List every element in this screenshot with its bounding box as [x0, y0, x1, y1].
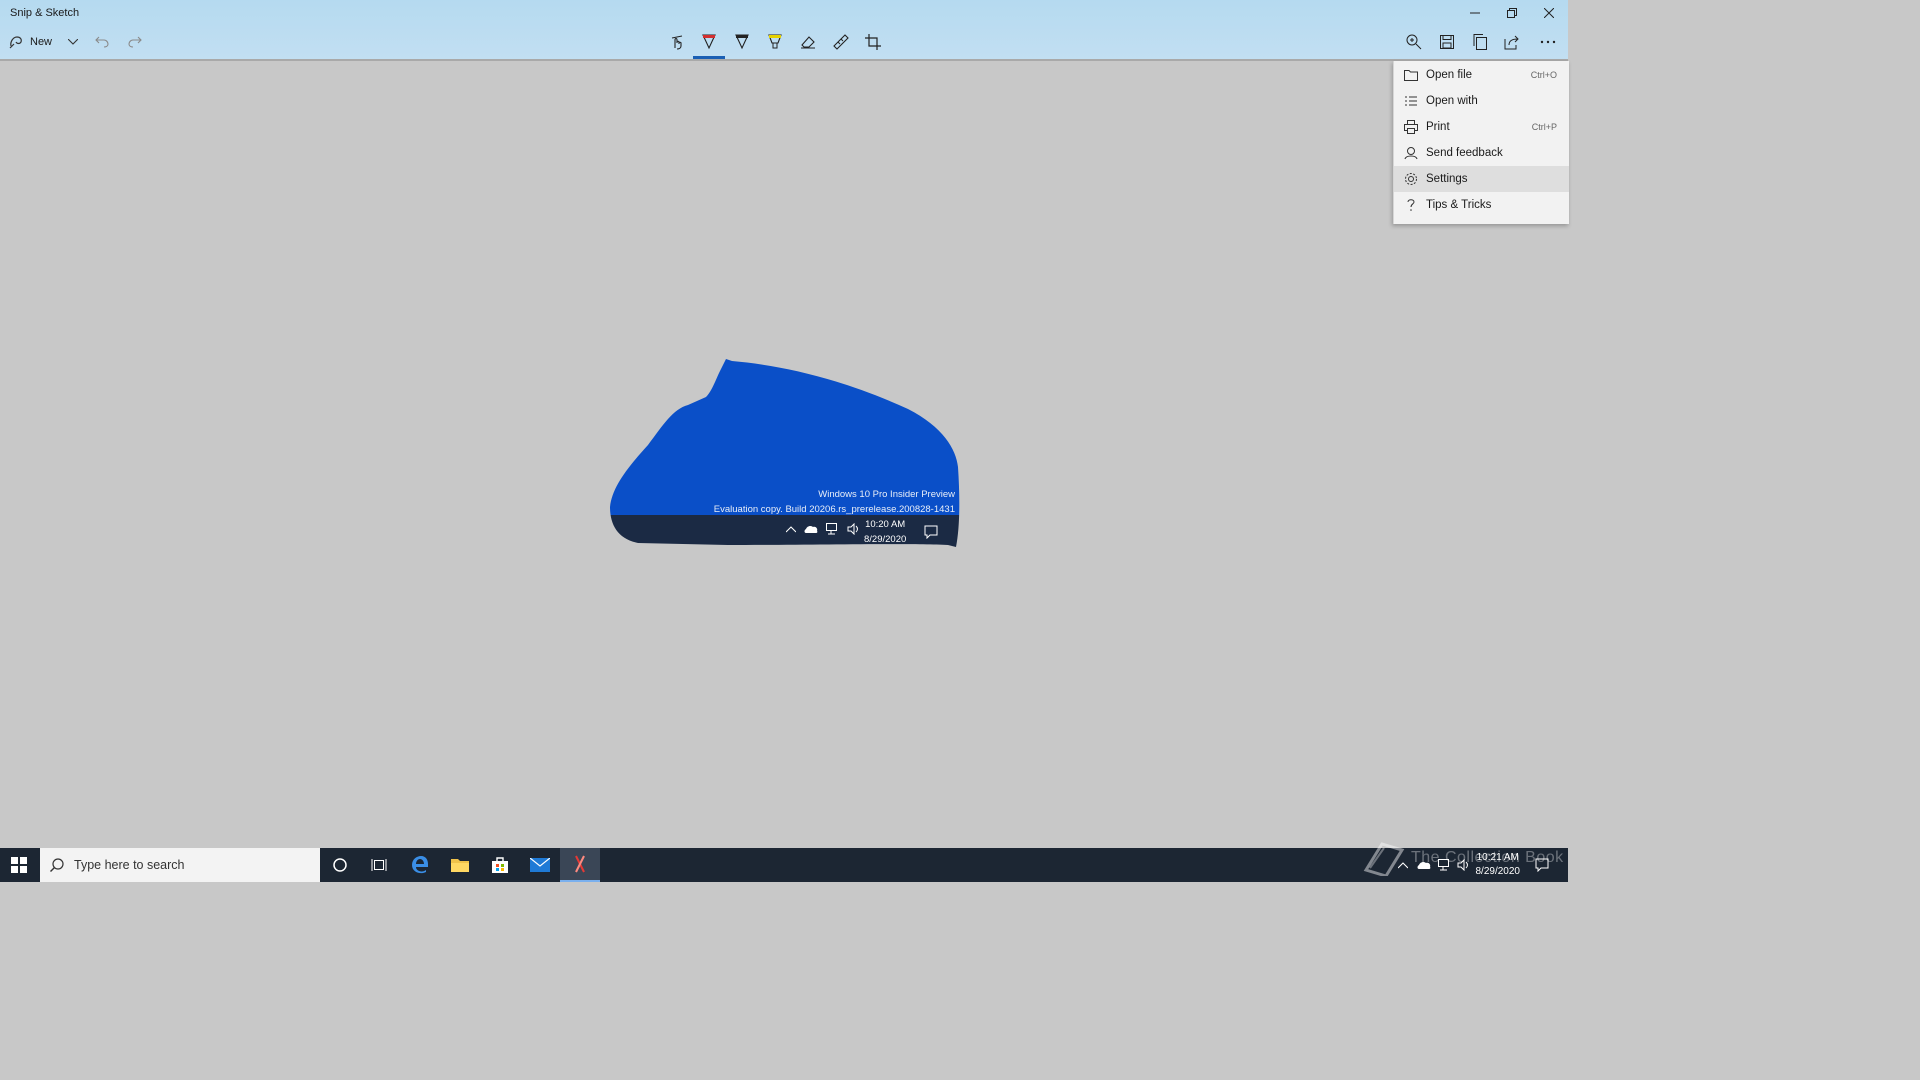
search-icon: [50, 858, 64, 872]
menu-item-shortcut: Ctrl+O: [1530, 70, 1557, 80]
more-icon: [1540, 40, 1556, 44]
taskbar-search-box[interactable]: Type here to search: [40, 848, 320, 882]
zoom-in-icon: [1406, 34, 1422, 50]
highlighter-icon: [768, 34, 782, 49]
taskbar-snip-sketch[interactable]: [560, 848, 600, 882]
share-button[interactable]: [1501, 30, 1523, 54]
new-snip-icon: [9, 36, 22, 49]
snip-watermark-line2: Evaluation copy. Build 20206.rs_prerelea…: [713, 504, 955, 515]
cortana-icon: [333, 858, 347, 872]
store-icon: [492, 857, 508, 873]
pencil-button[interactable]: [731, 30, 753, 54]
chevron-up-icon: [786, 526, 796, 533]
zoom-button[interactable]: [1403, 30, 1425, 54]
menu-item-settings[interactable]: Settings: [1394, 166, 1569, 192]
menu-item-label: Settings: [1426, 173, 1468, 185]
new-button-label: New: [30, 36, 53, 48]
ballpoint-pen-icon: [702, 34, 716, 50]
ballpoint-pen-button[interactable]: [698, 30, 720, 54]
snip-watermark-line1: Windows 10 Pro Insider Preview: [818, 489, 955, 500]
minimize-button[interactable]: [1456, 0, 1493, 26]
crop-icon: [865, 34, 881, 50]
ruler-button[interactable]: [830, 30, 852, 54]
eraser-icon: [801, 36, 815, 49]
network-icon: [826, 523, 837, 535]
restore-button[interactable]: [1493, 0, 1530, 26]
menu-item-open-file[interactable]: Open file Ctrl+O: [1394, 62, 1569, 88]
menu-item-label: Open with: [1426, 95, 1478, 107]
taskbar: Type here to search 10:21 AM 8/29/2020: [0, 848, 1568, 882]
volume-icon: [847, 523, 858, 535]
freeform-snip-image: Windows 10 Pro Insider Preview Evaluatio…: [608, 357, 960, 549]
edge-icon: [412, 856, 428, 874]
folder-icon: [451, 859, 469, 872]
menu-item-send-feedback[interactable]: Send feedback: [1394, 140, 1569, 166]
feedback-icon: [1404, 147, 1418, 160]
close-button[interactable]: [1530, 0, 1567, 26]
menu-item-label: Print: [1426, 121, 1450, 133]
taskbar-mail[interactable]: [520, 848, 560, 882]
snip-clock-time: 10:20 AM: [865, 519, 906, 530]
menu-item-print[interactable]: Print Ctrl+P: [1394, 114, 1569, 140]
crop-button[interactable]: [862, 30, 884, 54]
save-icon: [1440, 35, 1454, 49]
taskbar-store[interactable]: [480, 848, 520, 882]
save-button[interactable]: [1436, 30, 1458, 54]
copy-button[interactable]: [1469, 30, 1491, 54]
folder-icon: [1404, 70, 1418, 81]
redo-icon: [128, 36, 142, 48]
mail-icon: [530, 858, 550, 872]
printer-icon: [1404, 120, 1418, 134]
question-icon: [1407, 199, 1415, 211]
taskbar-file-explorer[interactable]: [440, 848, 480, 882]
snip-tray-icons: [786, 523, 860, 535]
copy-icon: [1473, 34, 1487, 50]
watermark-text: The Collection Book: [1410, 849, 1564, 866]
pencil-icon: [735, 34, 749, 50]
menu-item-shortcut: Ctrl+P: [1531, 122, 1557, 132]
menu-item-tips-tricks[interactable]: Tips & Tricks: [1394, 192, 1569, 218]
task-view-button[interactable]: [359, 848, 399, 882]
book-logo-icon: [1363, 842, 1405, 876]
minimize-icon: [1469, 12, 1480, 14]
touch-writing-icon: [671, 35, 683, 50]
new-button[interactable]: New: [8, 30, 60, 54]
window-title: Snip & Sketch: [10, 7, 80, 19]
share-icon: [1504, 35, 1519, 50]
more-options-button[interactable]: [1537, 30, 1559, 54]
close-icon: [1543, 8, 1554, 18]
taskbar-edge[interactable]: [400, 848, 440, 882]
snip-clock-date: 8/29/2020: [864, 534, 907, 545]
menu-item-open-with[interactable]: Open with: [1394, 88, 1569, 114]
menu-item-label: Tips & Tricks: [1426, 199, 1492, 211]
menu-item-label: Open file: [1426, 69, 1473, 81]
undo-icon: [95, 36, 109, 48]
highlighter-button[interactable]: [764, 30, 786, 54]
corner-watermark: The Collection Book: [1362, 840, 1564, 876]
onedrive-icon: [804, 525, 818, 533]
redo-button[interactable]: [125, 30, 145, 54]
chevron-down-icon: [68, 39, 78, 45]
restore-icon: [1506, 8, 1517, 18]
snip-sketch-icon: [575, 855, 585, 873]
more-options-menu: Open file Ctrl+O Open with Print Ctrl+P …: [1393, 61, 1569, 224]
touch-writing-button[interactable]: [666, 30, 688, 54]
task-view-icon: [371, 859, 387, 871]
windows-logo-icon: [11, 857, 27, 873]
cortana-button[interactable]: [320, 848, 360, 882]
menu-item-label: Send feedback: [1426, 147, 1503, 159]
eraser-button[interactable]: [797, 30, 819, 54]
undo-button[interactable]: [92, 30, 112, 54]
start-button[interactable]: [0, 848, 38, 882]
snip-notification-icon: [924, 525, 938, 539]
search-placeholder: Type here to search: [74, 858, 185, 872]
list-icon: [1405, 96, 1417, 106]
ruler-icon: [833, 34, 849, 50]
title-bar: Snip & Sketch New: [0, 0, 1568, 60]
gear-icon: [1405, 173, 1417, 185]
new-dropdown[interactable]: [64, 30, 82, 54]
